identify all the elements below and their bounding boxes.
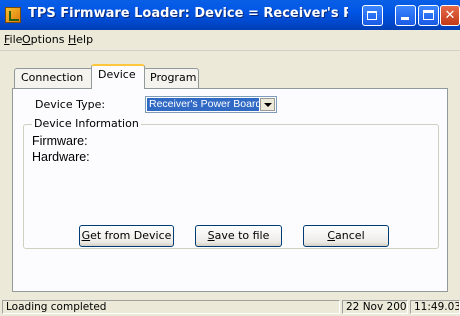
title-bar[interactable]: TPS Firmware Loader: Device = Receiver's… [0, 0, 460, 30]
maximize-button[interactable] [418, 5, 439, 26]
status-message: Loading completed [2, 300, 340, 314]
menu-file[interactable]: File [4, 33, 22, 46]
status-bar: Loading completed 22 Nov 2005 11:49.03 [0, 298, 460, 316]
app-icon[interactable] [5, 7, 21, 23]
close-button[interactable]: ✕ [440, 5, 460, 26]
minimize-button[interactable] [395, 5, 416, 26]
device-type-value: Receiver's Power Board [147, 98, 259, 111]
app-window: TPS Firmware Loader: Device = Receiver's… [0, 0, 460, 316]
device-type-label: Device Type: [35, 98, 106, 111]
group-title: Device Information [32, 117, 141, 130]
status-time: 11:49.03 [410, 300, 460, 314]
firmware-label: Firmware: [32, 134, 88, 148]
device-tab-panel: Device Type: Receiver's Power Board Devi… [12, 88, 448, 292]
restore-icon[interactable] [362, 5, 383, 26]
tab-device[interactable]: Device [91, 64, 145, 89]
menu-bar: File Options Help [0, 30, 460, 51]
menu-options[interactable]: Options [22, 33, 64, 46]
cancel-button[interactable]: Cancel [303, 225, 389, 247]
tab-connection[interactable]: Connection [14, 68, 94, 88]
device-type-select[interactable]: Receiver's Power Board [145, 96, 277, 113]
tab-control: Connection Device Program Device Type: R… [12, 62, 448, 292]
menu-help[interactable]: Help [68, 33, 93, 46]
tab-program[interactable]: Program [143, 68, 199, 88]
status-date: 22 Nov 2005 [342, 300, 408, 314]
chevron-down-icon[interactable] [260, 98, 275, 111]
get-from-device-button[interactable]: Get from Device [79, 225, 174, 247]
hardware-label: Hardware: [32, 150, 90, 164]
window-title: TPS Firmware Loader: Device = Receiver's… [28, 6, 348, 21]
save-to-file-button[interactable]: Save to file [195, 225, 282, 247]
